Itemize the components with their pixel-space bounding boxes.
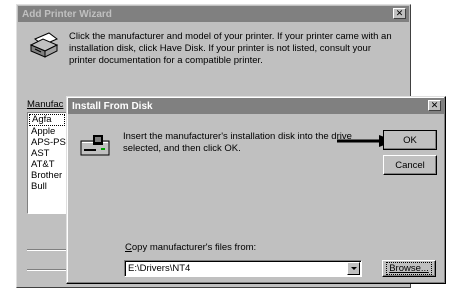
install-from-disk-dialog: Install From Disk ✕ Insert the manufactu… <box>66 96 446 284</box>
cancel-button[interactable]: Cancel <box>383 155 437 175</box>
list-item[interactable]: Brother <box>28 170 66 181</box>
list-item[interactable]: AT&T <box>28 159 66 170</box>
wizard-title: Add Printer Wizard <box>22 8 112 20</box>
dialog-close-button[interactable]: ✕ <box>428 100 441 111</box>
wizard-divider <box>27 269 67 271</box>
path-value: E:\Drivers\NT4 <box>128 263 191 274</box>
list-item[interactable]: Bull <box>28 181 66 192</box>
chevron-down-icon[interactable] <box>347 262 360 275</box>
list-item[interactable]: Agfa <box>29 114 65 126</box>
list-item[interactable]: Apple <box>28 126 66 137</box>
copy-files-label: Copy manufacturer's files from: <box>125 242 257 253</box>
wizard-divider <box>27 249 67 251</box>
manufacturers-label: Manufac <box>27 99 64 110</box>
copy-files-path-combobox[interactable]: E:\Drivers\NT4 <box>124 260 362 277</box>
list-item[interactable]: APS-PS <box>28 137 66 148</box>
wizard-description: Click the manufacturer and model of your… <box>69 31 392 66</box>
printer-icon <box>29 32 59 58</box>
ok-button[interactable]: OK <box>383 130 437 150</box>
dialog-titlebar: Install From Disk ✕ <box>68 98 444 114</box>
manufacturers-list[interactable]: Agfa Apple APS-PS AST AT&T Brother Bull <box>27 112 67 214</box>
browse-button[interactable]: Browse... <box>382 260 436 277</box>
dialog-description: Insert the manufacturer's installation d… <box>123 131 352 154</box>
dialog-title: Install From Disk <box>72 100 153 112</box>
close-icon: ✕ <box>430 100 439 110</box>
close-icon: ✕ <box>395 8 404 18</box>
wizard-close-button[interactable]: ✕ <box>393 8 406 19</box>
list-item[interactable]: AST <box>28 148 66 159</box>
floppy-disk-icon <box>80 135 110 156</box>
wizard-titlebar: Add Printer Wizard ✕ <box>18 6 409 22</box>
